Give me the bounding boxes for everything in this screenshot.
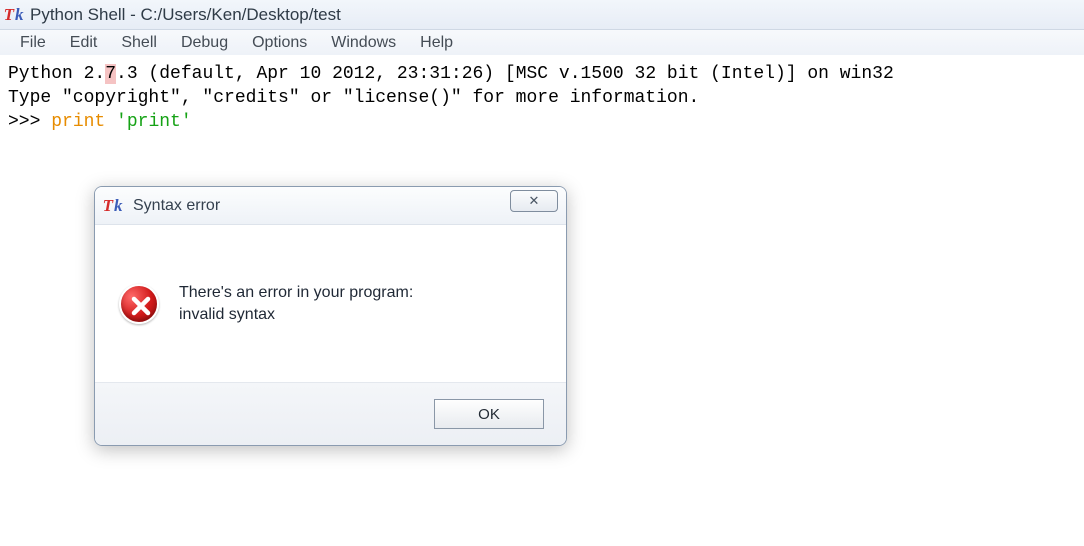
close-icon: ✕ bbox=[529, 193, 540, 209]
menu-debug[interactable]: Debug bbox=[169, 32, 240, 54]
ok-label: OK bbox=[478, 406, 500, 423]
banner-line1-a: Python 2. bbox=[8, 64, 105, 84]
titlebar[interactable]: Tk Python Shell - C:/Users/Ken/Desktop/t… bbox=[0, 0, 1084, 30]
keyword-print: print bbox=[51, 112, 105, 132]
banner-line2: Type "copyright", "credits" or "license(… bbox=[8, 88, 699, 108]
tk-icon: Tk bbox=[6, 5, 24, 25]
error-icon bbox=[119, 284, 159, 324]
close-button[interactable]: ✕ bbox=[510, 190, 558, 212]
prompt: >>> bbox=[8, 112, 51, 132]
ok-button[interactable]: OK bbox=[434, 399, 544, 429]
window-title: Python Shell - C:/Users/Ken/Desktop/test bbox=[30, 5, 341, 25]
syntax-error-dialog: Tk Syntax error ✕ There's an error in yo… bbox=[94, 186, 567, 446]
menubar: File Edit Shell Debug Options Windows He… bbox=[0, 30, 1084, 56]
dialog-footer: OK bbox=[95, 383, 566, 445]
menu-file[interactable]: File bbox=[8, 32, 58, 54]
dialog-message: There's an error in your program: invali… bbox=[179, 282, 413, 326]
menu-windows[interactable]: Windows bbox=[319, 32, 408, 54]
highlighted-char: 7 bbox=[105, 64, 116, 84]
message-line1: There's an error in your program: bbox=[179, 282, 413, 304]
dialog-title: Syntax error bbox=[133, 197, 220, 215]
dialog-titlebar[interactable]: Tk Syntax error ✕ bbox=[95, 187, 566, 225]
space bbox=[105, 112, 116, 132]
message-line2: invalid syntax bbox=[179, 304, 413, 326]
menu-shell[interactable]: Shell bbox=[109, 32, 169, 54]
string-literal: 'print' bbox=[116, 112, 192, 132]
menu-options[interactable]: Options bbox=[240, 32, 319, 54]
dialog-body: There's an error in your program: invali… bbox=[95, 225, 566, 383]
menu-help[interactable]: Help bbox=[408, 32, 465, 54]
banner-line1-b: .3 (default, Apr 10 2012, 23:31:26) [MSC… bbox=[116, 64, 894, 84]
menu-edit[interactable]: Edit bbox=[58, 32, 110, 54]
tk-icon: Tk bbox=[105, 196, 123, 216]
